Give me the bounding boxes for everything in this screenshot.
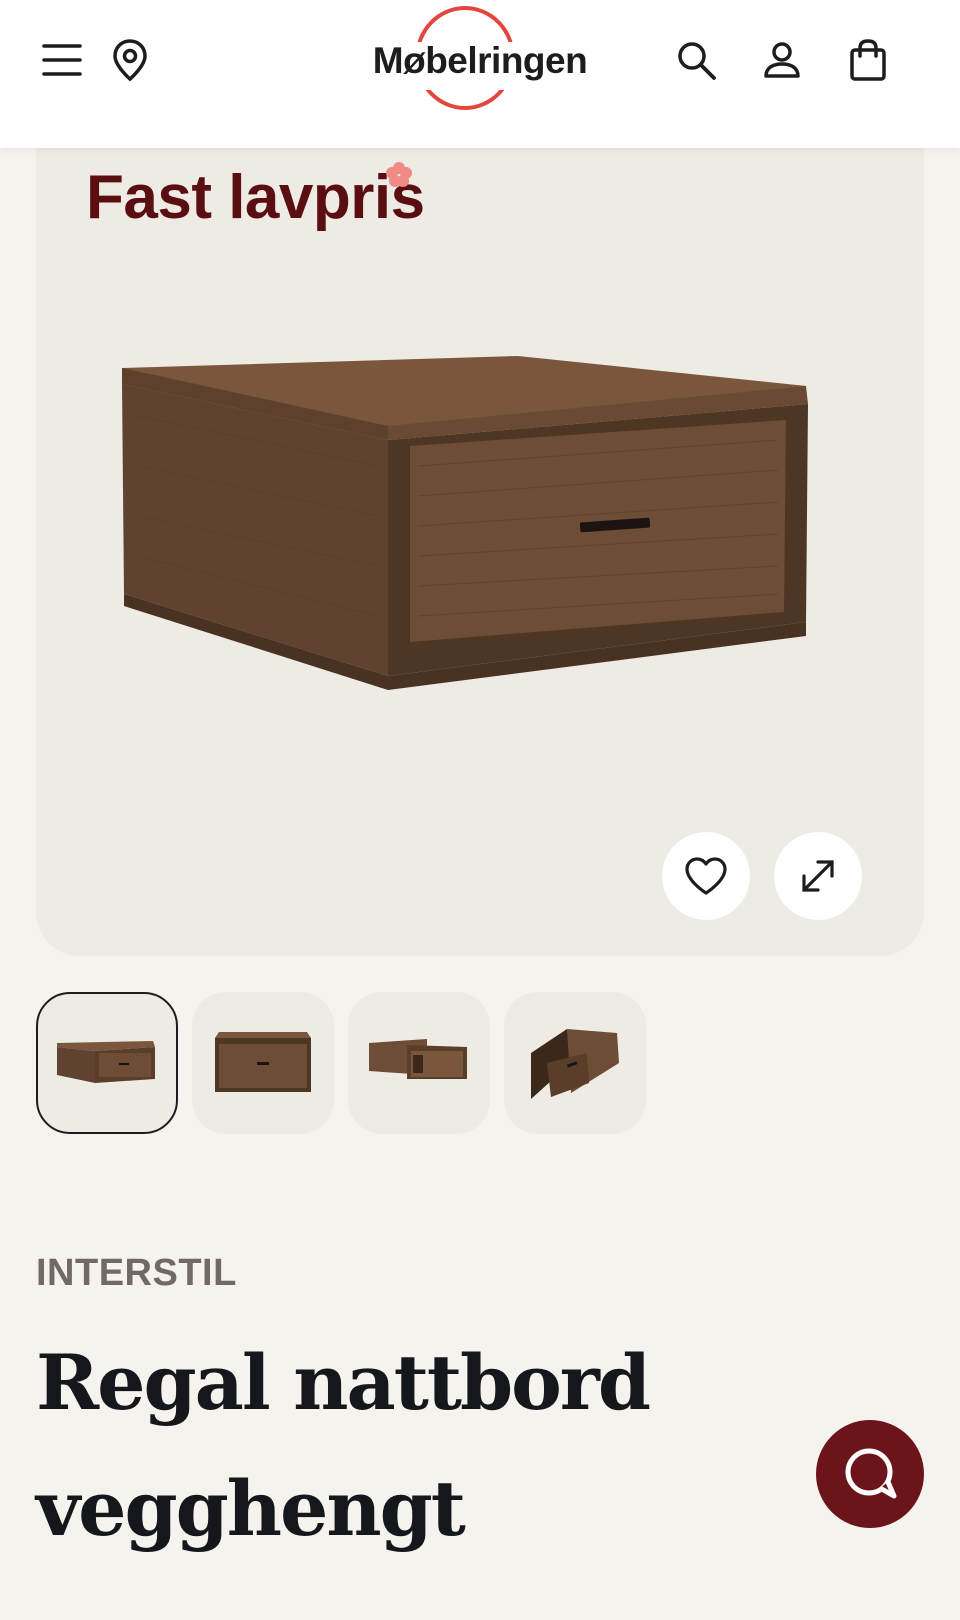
price-badge: Fast lavpris: [86, 163, 425, 232]
shopping-bag-icon[interactable]: [844, 36, 892, 84]
heart-icon: [685, 857, 727, 895]
thumb-closeup[interactable]: [504, 992, 646, 1134]
product-image-card[interactable]: Fast lavpris: [36, 148, 924, 956]
chat-button[interactable]: [816, 1420, 924, 1528]
top-navigation-bar: Møbelringen: [0, 0, 960, 148]
favorite-button[interactable]: [662, 832, 750, 920]
thumb-front-angled[interactable]: [36, 992, 178, 1134]
logo-text: Møbelringen: [372, 40, 588, 81]
thumb-drawer-open[interactable]: [348, 992, 490, 1134]
product-title: Regal nattbord vegghengt: [36, 1338, 651, 1553]
product-brand[interactable]: INTERSTIL: [36, 1252, 237, 1295]
fullscreen-button[interactable]: [774, 832, 862, 920]
flower-icon: [386, 162, 412, 187]
location-pin-icon[interactable]: [106, 36, 154, 84]
user-icon[interactable]: [758, 36, 806, 84]
nightstand-product-image: [122, 356, 808, 690]
thumb-front[interactable]: [192, 992, 334, 1134]
brand-logo[interactable]: Møbelringen: [355, 6, 605, 116]
expand-icon: [802, 860, 834, 892]
search-icon[interactable]: [672, 36, 720, 84]
menu-icon[interactable]: [38, 36, 86, 84]
chat-bubble-icon: [845, 1448, 897, 1499]
